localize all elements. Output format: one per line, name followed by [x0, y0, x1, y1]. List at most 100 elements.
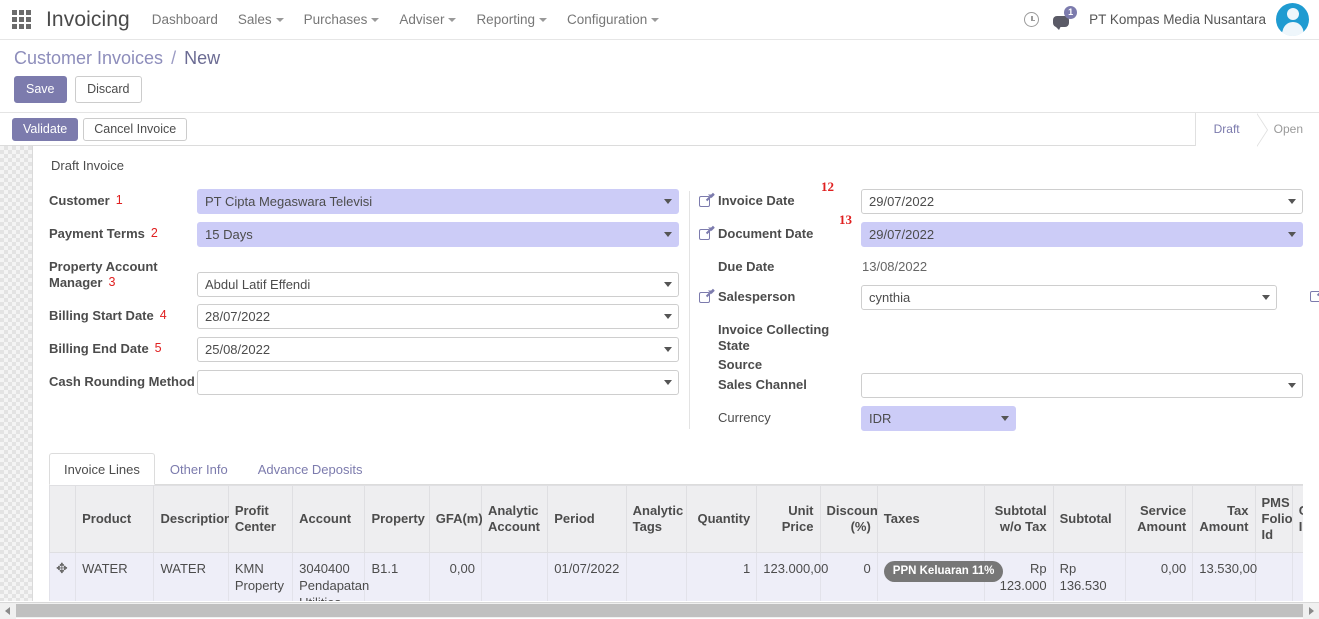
nav-configuration[interactable]: Configuration [567, 12, 660, 27]
th-pms-folio-id[interactable]: PMS Folio Id [1254, 484, 1293, 554]
th-tax-amount[interactable]: Tax Amount [1192, 484, 1256, 554]
external-link-icon[interactable] [699, 289, 713, 303]
cell-check-in[interactable] [1291, 552, 1303, 601]
cell-discount[interactable]: 0 [819, 552, 878, 601]
external-link-icon[interactable] [699, 193, 713, 207]
cell-gfa[interactable]: 0,00 [428, 552, 482, 601]
cell-account[interactable]: 3040400 Pendapatan Utilities [292, 552, 369, 601]
document-date-input[interactable] [861, 222, 1303, 247]
tab-other-info[interactable]: Other Info [155, 453, 243, 485]
cell-taxes[interactable]: PPN Keluaran 11% [876, 552, 1004, 601]
status-draft[interactable]: Draft [1195, 112, 1268, 147]
salesperson-open-record-icon[interactable] [1310, 288, 1319, 302]
horizontal-scrollbar[interactable] [0, 602, 1319, 619]
app-brand-invoicing[interactable]: Invoicing [46, 8, 130, 32]
cancel-invoice-button[interactable]: Cancel Invoice [83, 117, 188, 141]
apps-grid-icon[interactable] [8, 7, 34, 33]
cell-quantity[interactable]: 1 [685, 552, 758, 601]
salesperson-input[interactable] [861, 285, 1277, 310]
scrollbar-thumb[interactable] [16, 604, 1303, 617]
field-customer: Customer 1 [49, 189, 679, 215]
cell-profit-center[interactable]: KMN Property - Menara Kompas [227, 552, 294, 601]
th-account-label: Account [299, 510, 352, 526]
sales-channel-input[interactable] [861, 372, 1303, 398]
table-row[interactable]: ✥ WATER WATER KMN Property - Menara Komp… [49, 552, 1303, 601]
cell-service-amount[interactable]: 0,00 [1124, 552, 1194, 601]
breadcrumb-customer-invoices[interactable]: Customer Invoices [14, 48, 163, 68]
th-account[interactable]: Account [292, 484, 366, 554]
billing-start-date-input[interactable] [197, 304, 679, 329]
th-period-label: Period [554, 510, 595, 526]
scroll-right-arrow-icon[interactable] [1303, 602, 1319, 619]
cell-analytic-account[interactable] [480, 552, 549, 601]
control-invoice-date [861, 189, 1303, 214]
cell-subtotal[interactable]: Rp 136.530 [1052, 552, 1126, 601]
th-analytic-account[interactable]: Analytic Account [480, 484, 549, 554]
nav-sales-label: Sales [237, 12, 272, 27]
payment-terms-input[interactable] [197, 222, 679, 247]
th-gfa[interactable]: GFA(m) [428, 484, 483, 554]
control-cash-rounding-method [197, 370, 679, 395]
field-document-date: Document Date 13 [689, 212, 1303, 248]
tab-invoice-lines[interactable]: Invoice Lines [49, 452, 155, 485]
clock-icon[interactable] [1024, 12, 1040, 27]
billing-end-date-input[interactable] [197, 337, 679, 362]
nav-dashboard[interactable]: Dashboard [152, 12, 218, 27]
th-analytic-tags[interactable]: Analytic Tags [625, 484, 687, 554]
messages-icon[interactable]: 1 [1053, 5, 1078, 31]
cell-unit-price[interactable]: 123.000,00 [756, 552, 828, 601]
cell-pms-folio-id[interactable] [1254, 552, 1293, 601]
validate-button[interactable]: Validate [12, 117, 79, 141]
cell-description[interactable]: WATER [153, 552, 229, 601]
th-quantity[interactable]: 8Quantity [685, 484, 758, 554]
save-button[interactable]: Save [14, 76, 67, 103]
th-service-amount[interactable]: Service Amount [1124, 484, 1194, 554]
cell-product[interactable]: WATER [75, 552, 155, 601]
avatar[interactable] [1276, 3, 1309, 36]
table-body: ✥ WATER WATER KMN Property - Menara Komp… [49, 552, 1303, 601]
cell-period[interactable]: 01/07/2022 [547, 552, 627, 601]
currency-input[interactable] [861, 405, 1016, 431]
nav-purchases[interactable]: Purchases [304, 12, 380, 27]
customer-input[interactable] [197, 189, 679, 214]
th-discount[interactable]: 10Discount (%) [819, 484, 882, 554]
label-sales-channel-text: Sales Channel [718, 376, 807, 392]
scroll-left-arrow-icon[interactable] [0, 602, 16, 619]
th-subtotal[interactable]: Subtotal [1052, 484, 1126, 554]
th-property[interactable]: 6Property [364, 484, 430, 554]
th-product-label: Product [82, 510, 132, 526]
table-header-row: 5Product Description Profit Center Accou… [49, 484, 1303, 554]
breadcrumb-current: New [184, 48, 221, 68]
nav-sales[interactable]: Sales [238, 12, 284, 27]
cell-property[interactable]: B1.1 [364, 552, 430, 601]
th-period[interactable]: 7Period [547, 484, 627, 554]
field-invoice-collecting-state: Invoice Collecting State [689, 318, 1303, 355]
discard-button[interactable]: Discard [75, 76, 142, 103]
nav-reporting[interactable]: Reporting [476, 12, 547, 27]
field-currency: Currency [689, 405, 1303, 432]
cash-rounding-method-input[interactable] [197, 370, 679, 395]
th-taxes[interactable]: 11Taxes [876, 484, 986, 554]
drag-handle-icon[interactable]: ✥ [56, 561, 68, 575]
th-analytic-account-label: Analytic Account [487, 502, 540, 534]
label-cash-rounding-method: Cash Rounding Method [49, 370, 197, 390]
th-unit-price[interactable]: 9Unit Price [756, 484, 821, 554]
property-account-manager-input[interactable] [197, 272, 679, 297]
cell-analytic-tags[interactable] [625, 552, 687, 601]
th-profit-center[interactable]: Profit Center [227, 484, 294, 554]
tab-advance-deposits[interactable]: Advance Deposits [243, 453, 378, 485]
th-description[interactable]: Description [153, 484, 232, 554]
th-product[interactable]: 5Product [75, 484, 155, 554]
th-check-in[interactable]: Check In [1291, 484, 1303, 554]
th-tax-amount-label: Tax Amount [1199, 502, 1249, 534]
invoice-date-input[interactable] [861, 189, 1303, 214]
label-cash-rounding-method-text: Cash Rounding Method [49, 374, 195, 389]
external-link-icon[interactable] [699, 226, 713, 240]
field-property-account-manager: Property Account Manager 3 [49, 255, 679, 297]
row-drag-handle-cell[interactable]: ✥ [49, 552, 77, 601]
th-subtotal-wo-tax[interactable]: Subtotal w/o Tax [984, 484, 1054, 554]
company-switcher[interactable]: PT Kompas Media Nusantara [1089, 12, 1266, 27]
cell-tax-amount[interactable]: 13.530,00 [1192, 552, 1257, 601]
tab-invoice-lines-label: Invoice Lines [64, 461, 140, 477]
nav-adviser[interactable]: Adviser [399, 12, 457, 27]
